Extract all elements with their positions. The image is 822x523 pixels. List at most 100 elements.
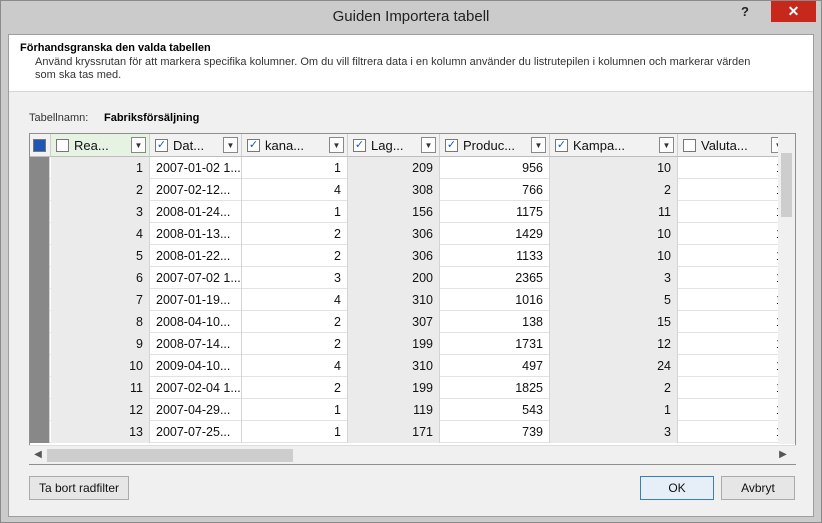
table-row[interactable]: 122007-04-29...111954311 [30, 399, 790, 421]
table-cell: 2008-01-13... [150, 223, 242, 245]
preview-grid[interactable]: Rea... ▼ ✓ Dat... ▼ ✓ kana... ▼ ✓ Lag... ▼ ✓ Produc.… [29, 133, 796, 465]
column-checkbox[interactable]: ✓ [555, 139, 568, 152]
column-filter-dropdown-icon[interactable]: ▼ [531, 137, 546, 153]
column-checkbox[interactable]: ✓ [353, 139, 366, 152]
table-row[interactable]: 32008-01-24...11561175111 [30, 201, 790, 223]
table-cell: 8 [51, 311, 150, 333]
row-selector[interactable] [30, 311, 50, 333]
column-checkbox[interactable] [683, 139, 696, 152]
table-row[interactable]: 82008-04-10...2307138151 [30, 311, 790, 333]
column-checkbox[interactable]: ✓ [247, 139, 260, 152]
column-filter-dropdown-icon[interactable]: ▼ [659, 137, 674, 153]
column-header[interactable]: ✓ Produc... ▼ [440, 134, 550, 157]
table-cell: 310 [348, 289, 440, 311]
row-selector[interactable] [30, 399, 50, 421]
table-name-label: Tabellnamn: [29, 112, 89, 124]
table-cell: 2008-07-14... [150, 333, 242, 355]
column-header[interactable]: ✓ Dat... ▼ [150, 134, 242, 157]
table-name-value: Fabriksförsäljning [104, 112, 200, 124]
row-selector[interactable] [30, 267, 50, 289]
select-all-corner[interactable] [30, 134, 51, 157]
table-row[interactable]: 92008-07-14...21991731121 [30, 333, 790, 355]
table-cell: 1 [242, 399, 348, 421]
table-cell: 543 [440, 399, 550, 421]
remove-row-filter-button[interactable]: Ta bort radfilter [29, 476, 129, 500]
table-cell: 2 [242, 333, 348, 355]
grid-header-row: Rea... ▼ ✓ Dat... ▼ ✓ kana... ▼ ✓ Lag... ▼ ✓ Produc.… [30, 134, 790, 157]
table-cell: 1133 [440, 245, 550, 267]
column-checkbox[interactable] [56, 139, 69, 152]
table-row[interactable]: 102009-04-10...4310497241 [30, 355, 790, 377]
scroll-right-icon[interactable]: ▶ [777, 449, 789, 461]
column-header[interactable]: ✓ Kampa... ▼ [550, 134, 678, 157]
table-cell: 1 [678, 289, 790, 311]
table-cell: 171 [348, 421, 440, 443]
row-selector[interactable] [30, 245, 50, 267]
row-selector[interactable] [30, 223, 50, 245]
table-cell: 11 [51, 377, 150, 399]
close-button[interactable]: ✕ [771, 1, 816, 22]
table-row[interactable]: 112007-02-04 1...2199182521 [30, 377, 790, 399]
column-filter-dropdown-icon[interactable]: ▼ [131, 137, 146, 153]
row-selector[interactable] [30, 289, 50, 311]
table-cell: 2007-04-29... [150, 399, 242, 421]
table-row[interactable]: 132007-07-25...117173931 [30, 421, 790, 443]
window-title: Guiden Importera tabell [332, 8, 490, 25]
table-cell: 11 [550, 201, 678, 223]
table-row[interactable]: 62007-07-02 1...3200236531 [30, 267, 790, 289]
column-checkbox[interactable]: ✓ [445, 139, 458, 152]
table-cell: 15 [550, 311, 678, 333]
row-selector[interactable] [30, 421, 50, 443]
table-cell: 199 [348, 333, 440, 355]
header-description: Använd kryssrutan för att markera specif… [35, 56, 751, 81]
row-selector[interactable] [30, 179, 50, 201]
select-all-icon[interactable] [33, 139, 46, 152]
table-cell: 1 [678, 355, 790, 377]
column-header[interactable]: Valuta...▼ [678, 134, 790, 157]
vertical-scroll-thumb[interactable] [781, 153, 792, 217]
table-cell: 1 [678, 377, 790, 399]
row-selector[interactable] [30, 355, 50, 377]
scroll-left-icon[interactable]: ◀ [32, 449, 44, 461]
row-selector[interactable] [30, 157, 50, 179]
table-cell: 307 [348, 311, 440, 333]
table-cell: 4 [242, 355, 348, 377]
table-cell: 1 [242, 157, 348, 179]
title-bar: Guiden Importera tabell ? ✕ [1, 1, 821, 34]
table-cell: 119 [348, 399, 440, 421]
table-cell: 2 [550, 179, 678, 201]
column-filter-dropdown-icon[interactable]: ▼ [421, 137, 436, 153]
table-cell: 1 [678, 267, 790, 289]
column-checkbox[interactable]: ✓ [155, 139, 168, 152]
table-cell: 10 [550, 157, 678, 179]
column-filter-dropdown-icon[interactable]: ▼ [223, 137, 238, 153]
column-header-label: Rea... [74, 138, 109, 153]
row-selector[interactable] [30, 201, 50, 223]
table-cell: 209 [348, 157, 440, 179]
ok-button[interactable]: OK [640, 476, 714, 500]
column-filter-dropdown-icon[interactable]: ▼ [329, 137, 344, 153]
cancel-button[interactable]: Avbryt [721, 476, 795, 500]
row-selector[interactable] [30, 377, 50, 399]
horizontal-scrollbar[interactable]: ◀ ▶ [29, 445, 796, 464]
table-row[interactable]: 22007-02-12...430876621 [30, 179, 790, 201]
table-row[interactable]: 52008-01-22...23061133101 [30, 245, 790, 267]
column-header[interactable]: ✓ kana... ▼ [242, 134, 348, 157]
table-cell: 497 [440, 355, 550, 377]
dialog-client-area: Förhandsgranska den valda tabellen Använ… [8, 34, 814, 517]
table-row[interactable]: 12007-01-02 1...1209956101 [30, 157, 790, 179]
horizontal-scroll-thumb[interactable] [47, 449, 293, 462]
table-cell: 1 [678, 399, 790, 421]
table-cell: 1 [550, 399, 678, 421]
help-button[interactable]: ? [738, 4, 752, 22]
column-header[interactable]: Rea... ▼ [51, 134, 150, 157]
table-row[interactable]: 42008-01-13...23061429101 [30, 223, 790, 245]
table-row[interactable]: 72007-01-19...4310101651 [30, 289, 790, 311]
table-cell: 2365 [440, 267, 550, 289]
column-header-label: Produc... [463, 138, 516, 153]
row-selector[interactable] [30, 333, 50, 355]
vertical-scrollbar[interactable] [778, 134, 795, 444]
table-cell: 2007-01-02 1... [150, 157, 242, 179]
column-header[interactable]: ✓ Lag... ▼ [348, 134, 440, 157]
table-cell: 6 [51, 267, 150, 289]
